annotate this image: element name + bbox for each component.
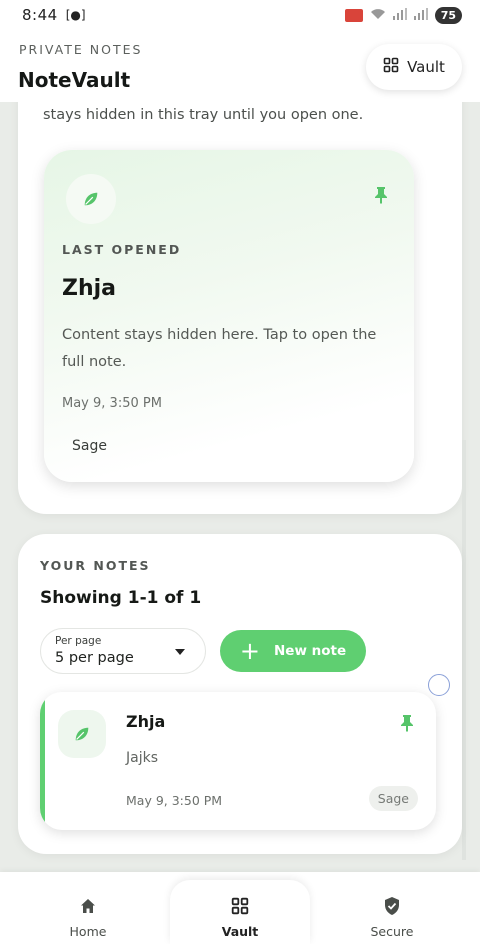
- shield-icon: [383, 894, 401, 918]
- status-time: 8:44: [22, 6, 58, 24]
- nav-vault-label: Vault: [221, 924, 259, 939]
- note-list-item[interactable]: Zhja Jajks May 9, 3:50 PM Sage: [40, 692, 436, 830]
- grid-icon: [383, 57, 399, 77]
- your-notes-label: YOUR NOTES: [40, 558, 151, 573]
- last-opened-note-card[interactable]: LAST OPENED Zhja Content stays hidden he…: [44, 150, 414, 482]
- last-opened-label: LAST OPENED: [62, 242, 182, 257]
- per-page-label: Per page: [55, 635, 102, 647]
- notes-tray-card: stays hidden in this tray until you open…: [18, 80, 462, 514]
- new-note-label: New note: [273, 643, 347, 659]
- showing-count: Showing 1-1 of 1: [40, 588, 202, 608]
- signal-icon: [392, 7, 407, 23]
- scrollbar[interactable]: [462, 440, 466, 860]
- new-note-button[interactable]: + New note: [220, 630, 366, 672]
- your-notes-card: YOUR NOTES Showing 1-1 of 1 Per page 5 p…: [18, 534, 462, 854]
- home-icon: [79, 894, 97, 918]
- nav-home[interactable]: Home: [18, 872, 158, 944]
- per-page-select[interactable]: Per page 5 per page: [40, 628, 206, 674]
- app-header: PRIVATE NOTES NoteVault Vault: [0, 30, 480, 102]
- nav-vault[interactable]: Vault: [170, 880, 310, 944]
- featured-note-tag: Sage: [72, 438, 107, 454]
- pin-icon[interactable]: [374, 186, 388, 208]
- note-title: Zhja: [126, 712, 166, 731]
- featured-note-preview: Content stays hidden here. Tap to open t…: [62, 327, 377, 370]
- signal-icon-2: [413, 7, 428, 23]
- wifi-icon: [370, 8, 386, 23]
- per-page-value: 5 per page: [55, 650, 134, 666]
- bottom-navigation: Home Vault Secure: [0, 872, 480, 944]
- leaf-icon: [58, 710, 106, 758]
- featured-note-date: May 9, 3:50 PM: [62, 396, 162, 411]
- note-tag: Sage: [368, 786, 418, 811]
- screen-record-icon: [●]: [65, 8, 86, 22]
- grid-icon: [231, 894, 249, 918]
- featured-note-title: Zhja: [62, 276, 117, 301]
- cast-icon: [344, 8, 363, 22]
- note-preview: Jajks: [126, 750, 158, 766]
- vault-button[interactable]: Vault: [366, 44, 462, 90]
- plus-icon: +: [239, 637, 260, 665]
- scroll-indicator-circle: [428, 674, 450, 696]
- caret-down-icon: [175, 649, 185, 655]
- nav-home-label: Home: [69, 924, 107, 939]
- vault-button-label: Vault: [407, 58, 445, 76]
- tray-description: stays hidden in this tray until you open…: [43, 107, 364, 123]
- nav-secure-label: Secure: [370, 924, 414, 939]
- app-eyebrow: PRIVATE NOTES: [19, 42, 143, 57]
- status-icons: 75: [344, 6, 462, 24]
- pin-icon[interactable]: [400, 714, 414, 736]
- status-bar: 8:44 [●] 75: [0, 0, 480, 30]
- nav-secure[interactable]: Secure: [322, 872, 462, 944]
- app-title: NoteVault: [18, 68, 131, 92]
- battery-indicator: 75: [434, 6, 462, 24]
- leaf-icon: [66, 174, 116, 224]
- note-date: May 9, 3:50 PM: [126, 793, 223, 808]
